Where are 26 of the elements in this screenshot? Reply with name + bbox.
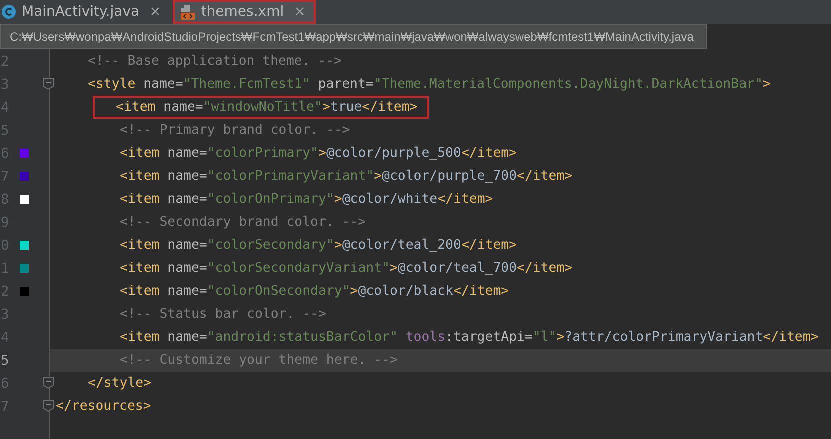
- line-number: 5: [0, 352, 10, 368]
- fold-icon[interactable]: [43, 78, 54, 90]
- code-line: <!-- Secondary brand color. -->: [119, 215, 368, 230]
- fold-icon[interactable]: [43, 377, 54, 389]
- code-line: <item name="colorSecondaryVariant">@color/teal_700</item>: [119, 261, 574, 276]
- code-line: <style name="Theme.FcmTest1" parent="Theme.MaterialComponents.DayNight.DarkActionBar">: [87, 77, 772, 92]
- code-line: <!-- Base application theme. -->: [87, 54, 344, 69]
- close-button[interactable]: ×: [150, 4, 162, 20]
- code-line: <item name="colorOnSecondary">@color/black</item>: [119, 284, 510, 299]
- code-line: <item name="android:statusBarColor" tools:targetApi="l">?attr/colorPrimaryVariant</item>: [119, 330, 820, 345]
- code-line: <!-- Customize your theme here. -->: [119, 353, 399, 368]
- close-button[interactable]: ×: [294, 4, 306, 20]
- class-icon: [2, 5, 16, 19]
- editor-tab[interactable]: themes.xml ×: [173, 0, 316, 24]
- code-line: <!-- Status bar color. -->: [119, 307, 328, 322]
- fold-icon[interactable]: [43, 400, 54, 412]
- file-path-tooltip: C:₩Users₩wonpa₩AndroidStudioProjects₩FcmTest1₩app₩src₩main₩java₩won₩alwaysweb₩fcmtest1₩MainActivity.java: [0, 24, 707, 49]
- code-line: <!-- Primary brand color. -->: [119, 123, 352, 138]
- code-line: <item name="colorPrimary">@color/purple_500</item>: [119, 146, 518, 161]
- code-line: <item name="windowNoTitle">true</item>: [96, 99, 426, 116]
- code-line: <item name="colorSecondary">@color/teal_200</item>: [119, 238, 518, 253]
- code-line: </style>: [87, 376, 153, 391]
- code-line: </resources>: [55, 399, 152, 414]
- code-line: <item name="colorPrimaryVariant">@color/purple_700</item>: [119, 169, 574, 184]
- code-line: <item name="colorOnPrimary">@color/white</item>: [119, 192, 494, 207]
- xml-file-icon: [181, 4, 196, 20]
